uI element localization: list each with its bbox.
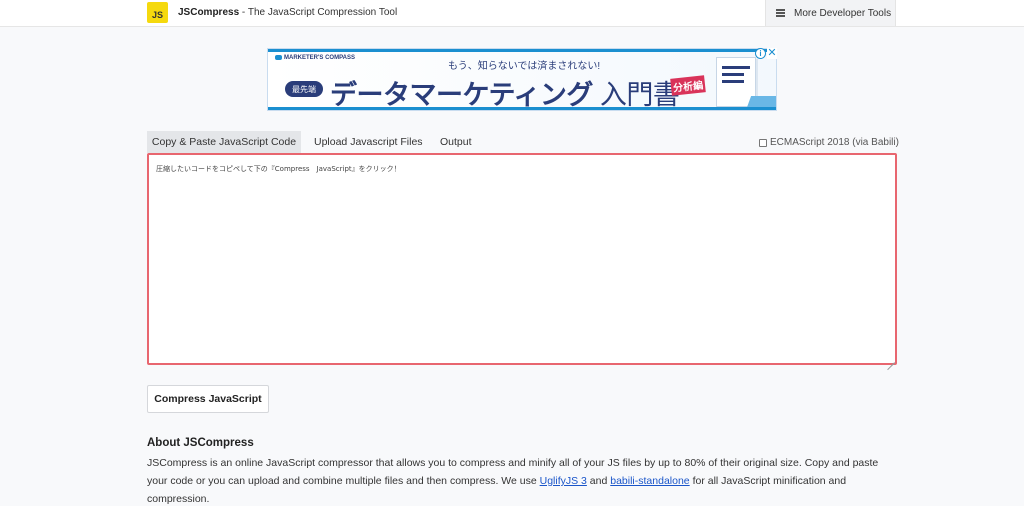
ad-tag: 分析編 <box>670 75 706 96</box>
tab-output[interactable]: Output <box>440 131 472 153</box>
about-heading: About JSCompress <box>147 437 254 449</box>
tab-copy-paste[interactable]: Copy & Paste JavaScript Code <box>147 131 301 153</box>
advertisement-banner[interactable]: MARKETER'S COMPASS もう、知らないでは済まされない! 最先端 … <box>267 48 777 111</box>
resize-handle-icon[interactable] <box>887 355 895 371</box>
ecma-option[interactable]: ECMAScript 2018 (via Babili) <box>759 137 899 148</box>
top-bar: JS JSCompress - The JavaScript Compressi… <box>0 0 1024 27</box>
ecma-label: ECMAScript 2018 (via Babili) <box>770 137 899 148</box>
ad-bottom-strip <box>268 107 776 110</box>
site-title[interactable]: JSCompress - The JavaScript Compression … <box>178 7 397 18</box>
brand-name: JSCompress <box>178 7 240 18</box>
code-input[interactable]: 圧縮したいコードをコピペして下の『Compress JavaScript』をクリ… <box>147 153 897 365</box>
ad-tagline: もう、知らないでは済まされない! <box>448 61 601 72</box>
babili-standalone-link[interactable]: babili-standalone <box>610 475 689 487</box>
ad-headline: データマーケティング 入門書 <box>330 73 680 110</box>
logo-text: JS <box>151 10 163 20</box>
about-paragraph: JSCompress is an online JavaScript compr… <box>147 454 887 506</box>
compress-javascript-button[interactable]: Compress JavaScript <box>147 385 269 413</box>
tab-upload-files[interactable]: Upload Javascript Files <box>314 131 423 153</box>
ad-info-icon[interactable]: i <box>755 48 766 59</box>
uglifyjs-link[interactable]: UglifyJS 3 <box>540 475 587 487</box>
ad-close-icon[interactable]: ✕ <box>767 48 777 59</box>
ad-headline-main: データマーケティング <box>330 80 593 110</box>
ad-badge: 最先端 <box>285 81 323 97</box>
ad-top-strip <box>268 49 776 52</box>
ad-brand: MARKETER'S COMPASS <box>275 55 355 61</box>
brand-suffix: - The JavaScript Compression Tool <box>239 7 398 18</box>
menu-icon <box>776 8 785 19</box>
site-logo[interactable]: JS <box>147 2 168 23</box>
about-text-2: and <box>586 475 611 487</box>
more-tools-label: More Developer Tools <box>794 7 892 19</box>
more-developer-tools-button[interactable]: More Developer Tools <box>765 0 896 26</box>
ecma-checkbox[interactable] <box>759 138 767 147</box>
ad-headline-suffix: 入門書 <box>599 80 680 110</box>
